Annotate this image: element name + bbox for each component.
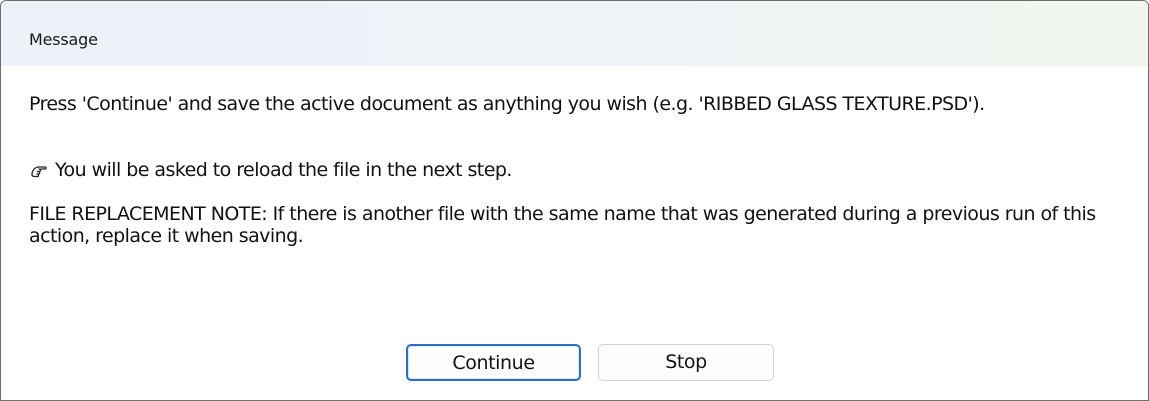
pointing-hand-icon [29,159,49,181]
message-paragraph-instructions: Press 'Continue' and save the active doc… [29,93,985,115]
stop-button[interactable]: Stop [598,344,774,381]
button-row: Continue Stop [1,344,1148,383]
window-title: Message [29,30,98,49]
message-paragraph-note: You will be asked to reload the file in … [29,159,1139,181]
message-paragraph-note-text: You will be asked to reload the file in … [55,159,512,181]
message-body: Press 'Continue' and save the active doc… [29,93,1139,247]
message-dialog: Message Press 'Continue' and save the ac… [0,0,1149,401]
title-bar[interactable]: Message [1,1,1148,66]
message-paragraph-file-replacement: FILE REPLACEMENT NOTE: If there is anoth… [29,203,1096,247]
continue-button[interactable]: Continue [406,344,581,381]
